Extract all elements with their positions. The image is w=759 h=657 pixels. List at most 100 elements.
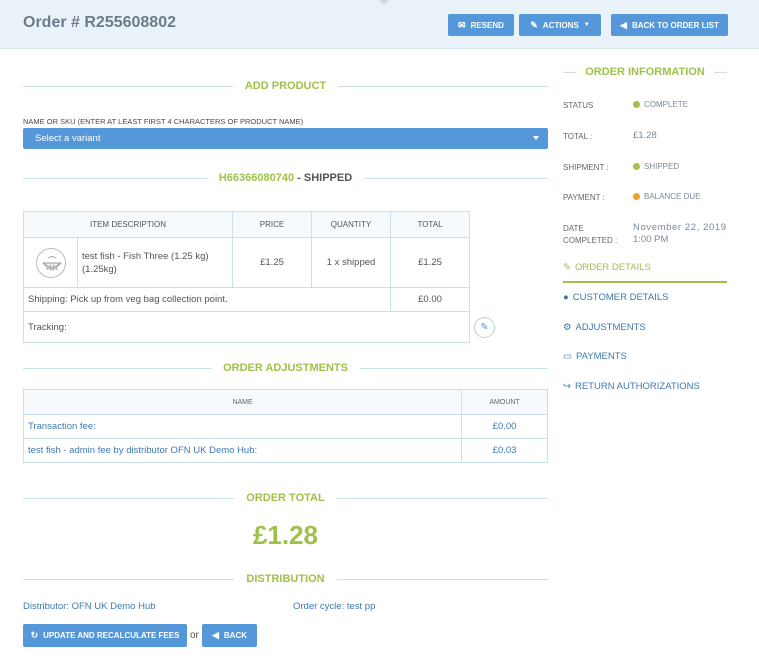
payment-label: PAYMENT : [563, 193, 605, 202]
edit-icon: ✎ [480, 322, 489, 333]
back-to-order-list-button[interactable]: ◀ BACK TO ORDER LIST [611, 14, 728, 36]
return-authorizations-label: RETURN AUTHORIZATIONS [574, 381, 700, 392]
table-row: test fish - Fish Three (1.25 kg) (1.25kg… [23, 237, 470, 288]
add-product-title: ADD PRODUCT [244, 80, 327, 92]
shipment-section-title: H66366080740 - SHIPPED [23, 170, 549, 186]
order-cycle-value: test pp [346, 601, 376, 612]
shipment-dot-icon [633, 163, 640, 170]
shipping-method: Shipping: Pick up from veg bag collectio… [23, 287, 391, 312]
status-label: STATUS [563, 101, 594, 110]
distribution-section-title: DISTRIBUTION [23, 571, 549, 587]
order-cycle-info: Order cycle: test pp [293, 601, 375, 612]
item-quantity: 1 x shipped [311, 237, 391, 288]
total-value: £1.28 [633, 130, 657, 141]
adjustment-amount: £0.00 [461, 414, 548, 439]
envelope-icon: ✉ [458, 19, 466, 30]
adjustments-section-title: ORDER ADJUSTMENTS [23, 360, 549, 376]
table-header-row: NAME AMOUNT [22, 389, 548, 415]
table-row: Transaction fee: £0.00 [22, 414, 548, 439]
shipment-state: - SHIPPED [294, 172, 353, 184]
variant-field-label: NAME OR SKU (ENTER AT LEAST FIRST 4 CHAR… [23, 117, 304, 126]
adjustments-label: ADJUSTMENTS [575, 322, 646, 333]
adjustment-name: Transaction fee: [22, 414, 463, 439]
table-row: test fish - admin fee by distributor OFN… [22, 438, 548, 463]
resend-button[interactable]: ✉ RESEND [448, 14, 514, 36]
status-dot-icon [633, 101, 640, 108]
shipment-status-badge: SHIPPED [633, 162, 679, 171]
arrow-left-icon: ◀ [211, 630, 219, 640]
adjustment-amount: £0.03 [461, 438, 548, 463]
date-completed-label-2: COMPLETED : [563, 236, 618, 245]
date-completed-label-1: DATE [563, 224, 584, 233]
order-cycle-label: Order cycle: [293, 601, 345, 612]
shipping-row: Shipping: Pick up from veg bag collectio… [23, 287, 470, 312]
or-separator: or [190, 630, 199, 641]
active-tab-underline [563, 281, 727, 283]
shipment-label: SHIPMENT : [563, 163, 609, 172]
caret-down-icon: ▼ [583, 22, 590, 28]
shipment-items-table: ITEM DESCRIPTION PRICE QUANTITY TOTAL te… [23, 211, 470, 343]
order-information-title-bar: ORDER INFORMATION [563, 64, 728, 80]
order-total-section-title: ORDER TOTAL [23, 490, 548, 506]
update-and-recalculate-button[interactable]: ↻ UPDATE AND RECALCULATE FEES [23, 624, 187, 647]
page-header: Order # R255608802 ✉ RESEND ✎ ACTIONS ▼ … [0, 0, 759, 49]
page-title: Order # R255608802 [23, 14, 176, 31]
customer-details-label: CUSTOMER DETAILS [572, 292, 669, 303]
tracking-row: Tracking: [23, 311, 470, 343]
adjustment-name: test fish - admin fee by distributor OFN… [22, 438, 463, 463]
total-label: TOTAL : [563, 132, 593, 141]
order-information-title: ORDER INFORMATION [585, 66, 705, 78]
item-price: £1.25 [232, 237, 312, 288]
update-label: UPDATE AND RECALCULATE FEES [43, 631, 180, 640]
share-arrow-icon: ↪ [563, 381, 571, 392]
order-details-label: ORDER DETAILS [574, 262, 651, 273]
adjustments-title: ORDER ADJUSTMENTS [223, 362, 348, 374]
table-header-row: ITEM DESCRIPTION PRICE QUANTITY TOTAL [23, 211, 470, 238]
actions-label: ACTIONS [542, 20, 579, 30]
return-authorizations-link[interactable]: ↪ RETURN AUTHORIZATIONS [563, 381, 700, 392]
edit-icon: ✎ [530, 19, 538, 30]
status-value: COMPLETE [644, 100, 689, 109]
customer-details-link[interactable]: ● CUSTOMER DETAILS [563, 292, 668, 303]
back-label: BACK [223, 631, 248, 640]
edit-icon: ✎ [563, 262, 571, 273]
column-header: ITEM DESCRIPTION [23, 211, 233, 238]
shipping-total: £0.00 [390, 287, 470, 312]
add-product-section-title: ADD PRODUCT [23, 78, 548, 94]
adjustments-link[interactable]: ⚙ ADJUSTMENTS [563, 322, 646, 333]
edit-tracking-button[interactable]: ✎ [474, 317, 495, 338]
column-header: TOTAL [390, 211, 470, 238]
payments-label: PAYMENTS [575, 351, 627, 362]
order-details-link[interactable]: ✎ ORDER DETAILS [563, 262, 651, 273]
refresh-icon: ↻ [30, 630, 39, 640]
variant-select-placeholder: Select a variant [35, 133, 101, 144]
item-description: test fish - Fish Three (1.25 kg) (1.25kg… [77, 237, 233, 288]
distributor-label: Distributor: [23, 601, 69, 612]
caret-down-icon [533, 136, 539, 140]
gears-icon: ⚙ [563, 322, 572, 333]
distributor-value: OFN UK Demo Hub [71, 601, 156, 612]
variant-select[interactable]: Select a variant [23, 128, 548, 149]
adjustments-table: NAME AMOUNT Transaction fee: £0.00 test … [22, 389, 548, 463]
status-badge: COMPLETE [633, 100, 688, 109]
credit-card-icon: ▭ [563, 351, 572, 362]
user-icon: ● [563, 292, 569, 303]
back-button[interactable]: ◀ BACK [202, 624, 257, 647]
time-completed-value: 1:00 PM [633, 234, 669, 245]
column-header: QUANTITY [311, 211, 391, 238]
column-header: NAME [22, 389, 463, 415]
payment-status-badge: BALANCE DUE [633, 192, 700, 201]
column-header: PRICE [232, 211, 312, 238]
order-total-value: £1.28 [252, 520, 319, 550]
header-notch [380, 0, 388, 4]
shipment-value: SHIPPED [644, 162, 680, 171]
shipment-number: H66366080740 [218, 172, 295, 184]
actions-dropdown-button[interactable]: ✎ ACTIONS ▼ [519, 14, 601, 36]
payments-link[interactable]: ▭ PAYMENTS [563, 351, 627, 362]
distribution-title: DISTRIBUTION [246, 573, 325, 585]
tracking-label: Tracking: [23, 311, 470, 343]
back-to-list-label: BACK TO ORDER LIST [631, 20, 719, 30]
payment-dot-icon [633, 193, 640, 200]
order-total-title: ORDER TOTAL [246, 492, 325, 504]
resend-label: RESEND [470, 20, 504, 30]
